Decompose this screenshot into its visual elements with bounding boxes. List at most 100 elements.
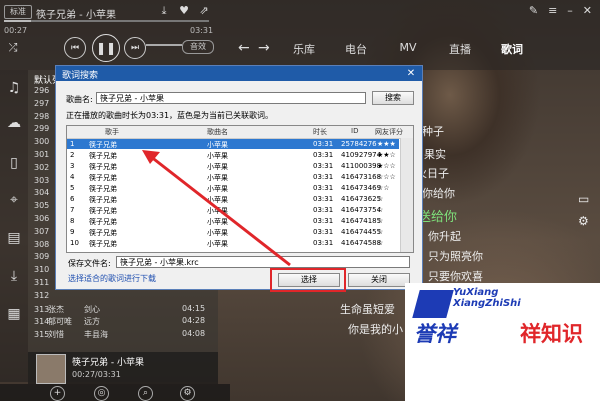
- playlist-row[interactable]: 313张杰 剑心 04:15: [34, 304, 214, 315]
- previous-button[interactable]: ⏮: [64, 37, 86, 59]
- cloud-icon[interactable]: ☁: [6, 115, 22, 131]
- cell-rating: ☆: [377, 195, 384, 203]
- cell-dur: 03:31: [313, 184, 334, 192]
- select-highlight-box: [270, 268, 346, 292]
- lyrics-settings-icon[interactable]: ⚙: [578, 214, 589, 228]
- apps-icon[interactable]: ▦: [6, 306, 22, 322]
- row-song: 远方: [84, 317, 100, 327]
- menu-icon[interactable]: ≡: [548, 4, 557, 17]
- playlist-row[interactable]: 312: [34, 291, 214, 300]
- row-time: 04:08: [182, 329, 206, 339]
- col-rating[interactable]: 网友评分: [375, 127, 403, 137]
- cell-rating: ☆: [377, 217, 384, 225]
- download-icon[interactable]: ⤓: [158, 5, 170, 17]
- cell-n: 7: [70, 206, 75, 214]
- device-icon[interactable]: ▯: [6, 155, 22, 171]
- location-icon[interactable]: ⌖: [6, 192, 22, 208]
- progress-bar[interactable]: [4, 20, 209, 22]
- search-button[interactable]: 搜索: [372, 91, 414, 105]
- row-song: 丰县海: [84, 330, 108, 340]
- song-name-input[interactable]: 筷子兄弟 - 小苹果: [96, 92, 366, 104]
- cell-id: 416473469: [341, 184, 382, 192]
- result-row[interactable]: 3 筷子兄弟 小苹果 03:31 411000398 ★☆☆: [67, 161, 399, 171]
- music-icon[interactable]: ♫: [6, 80, 22, 96]
- col-duration[interactable]: 时长: [313, 127, 327, 137]
- heart-icon[interactable]: ♥: [178, 5, 190, 17]
- mode-button[interactable]: 标准: [4, 5, 32, 19]
- share-icon[interactable]: ⇗: [198, 5, 210, 17]
- cell-dur: 03:31: [313, 173, 334, 181]
- dialog-titlebar: 歌词搜索 ✕: [56, 66, 422, 81]
- cell-id: 416473168: [341, 173, 382, 181]
- cell-rating: ★★★: [377, 140, 396, 148]
- result-row[interactable]: 1 筷子兄弟 小苹果 03:31 25784276 ★★★: [67, 139, 399, 149]
- row-number: 305: [34, 201, 50, 211]
- tab-radio[interactable]: 电台: [330, 41, 382, 57]
- cell-id: 416474588: [341, 239, 382, 247]
- tab-library[interactable]: 乐库: [278, 41, 330, 57]
- minimize-icon[interactable]: –: [567, 4, 573, 17]
- result-row[interactable]: 9 筷子兄弟 小苹果 03:31 416474455 ☆: [67, 227, 399, 237]
- cell-singer: 筷子兄弟: [89, 141, 117, 149]
- table-scrollbar[interactable]: [400, 138, 413, 252]
- result-row[interactable]: 8 筷子兄弟 小苹果 03:31 416474185 ☆: [67, 216, 399, 226]
- document-icon[interactable]: ▤: [6, 230, 22, 246]
- cell-rating: ☆☆: [377, 184, 390, 192]
- tab-mv[interactable]: MV: [382, 41, 434, 57]
- volume-slider[interactable]: [146, 44, 182, 46]
- next-button[interactable]: ⏭: [124, 37, 146, 59]
- result-row[interactable]: 10 筷子兄弟 小苹果 03:31 416474588 ☆: [67, 238, 399, 248]
- cell-song: 小苹果: [207, 207, 228, 215]
- row-singer: 张杰: [48, 304, 64, 314]
- cell-song: 小苹果: [207, 240, 228, 248]
- save-filename-input[interactable]: 筷子兄弟 - 小苹果.krc: [116, 256, 410, 268]
- result-row[interactable]: 7 筷子兄弟 小苹果 03:31 416473754 ☆: [67, 205, 399, 215]
- col-song[interactable]: 歌曲名: [207, 127, 228, 137]
- add-icon[interactable]: +: [50, 386, 65, 401]
- cell-dur: 03:31: [313, 239, 334, 247]
- cell-dur: 03:31: [313, 217, 334, 225]
- result-row[interactable]: 6 筷子兄弟 小苹果 03:31 416473625 ☆: [67, 194, 399, 204]
- playlist-row[interactable]: 314郁可唯 远方 04:28: [34, 316, 214, 327]
- cell-rating: ☆: [377, 206, 384, 214]
- forward-arrow-icon[interactable]: →: [258, 41, 278, 57]
- search-icon[interactable]: ⌕: [138, 386, 153, 401]
- cell-singer: 筷子兄弟: [89, 218, 117, 226]
- result-row[interactable]: 5 筷子兄弟 小苹果 03:31 416473469 ☆☆: [67, 183, 399, 193]
- player-top-bar: 标准 筷子兄弟 - 小苹果 ⤓ ♥ ⇗ 00:27 03:31 ⤮ ⏮ ❚❚ ⏭…: [0, 0, 600, 70]
- col-singer[interactable]: 歌手: [105, 127, 119, 137]
- cell-singer: 筷子兄弟: [89, 163, 117, 171]
- cell-n: 8: [70, 217, 75, 225]
- dialog-close-icon[interactable]: ✕: [400, 66, 422, 81]
- download-manager-icon[interactable]: ⤓: [6, 268, 22, 284]
- album-cover[interactable]: [36, 354, 66, 384]
- result-row[interactable]: 4 筷子兄弟 小苹果 03:31 416473168 ☆☆☆: [67, 172, 399, 182]
- tab-lyrics[interactable]: 歌词: [486, 41, 538, 57]
- cell-singer: 筷子兄弟: [89, 196, 117, 204]
- col-id[interactable]: ID: [351, 127, 358, 135]
- row-number: 314: [34, 317, 50, 327]
- cast-icon[interactable]: ▭: [578, 192, 589, 206]
- effect-button[interactable]: 音效: [182, 40, 214, 54]
- tab-live[interactable]: 直播: [434, 41, 486, 57]
- download-hint-link[interactable]: 选择适合的歌词进行下载: [68, 273, 156, 284]
- row-singer: 刘惜: [48, 330, 64, 340]
- cell-rating: ★☆☆: [377, 162, 396, 170]
- pause-button[interactable]: ❚❚: [92, 34, 120, 62]
- row-number: 296: [34, 86, 50, 95]
- close-button[interactable]: 关闭: [348, 273, 410, 287]
- locate-icon[interactable]: ◎: [94, 386, 109, 401]
- skin-icon[interactable]: ✎: [529, 4, 538, 17]
- row-number: 310: [34, 265, 50, 275]
- playlist-row[interactable]: 315刘惜 丰县海 04:08: [34, 329, 214, 340]
- row-song: 剑心: [84, 304, 100, 314]
- watermark-english: YuXiang XiangZhiShi: [453, 287, 521, 309]
- settings-icon[interactable]: ⚙: [180, 386, 195, 401]
- result-row[interactable]: 2 筷子兄弟 小苹果 03:31 410927974 ★★☆: [67, 150, 399, 160]
- back-arrow-icon[interactable]: ←: [238, 41, 258, 57]
- watermark-chinese-2: 祥知识: [520, 322, 583, 346]
- cell-n: 2: [70, 151, 75, 159]
- shuffle-icon[interactable]: ⤮: [6, 41, 20, 55]
- close-icon[interactable]: ✕: [583, 4, 592, 17]
- now-playing-time: 00:27/03:31: [72, 370, 121, 379]
